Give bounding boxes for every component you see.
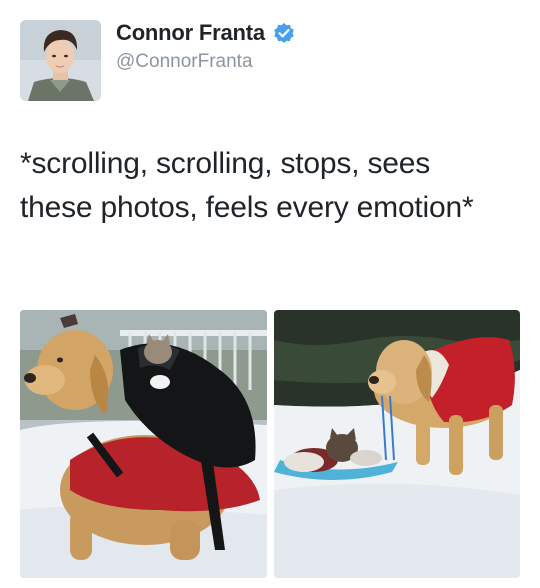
- avatar-photo: [20, 20, 101, 101]
- tweet-card: Connor Franta @ConnorFranta *scrolling, …: [0, 0, 540, 588]
- author-name-text: Connor Franta: [116, 20, 265, 45]
- author-handle[interactable]: @ConnorFranta: [116, 51, 253, 73]
- tweet-photo-dog-backpack[interactable]: [20, 310, 267, 578]
- avatar[interactable]: [20, 20, 101, 101]
- author-name[interactable]: Connor Franta: [116, 20, 295, 46]
- tweet-photo-dog-sled[interactable]: [274, 310, 520, 578]
- tweet-text: *scrolling, scrolling, stops, sees these…: [20, 147, 474, 224]
- verified-badge-icon: [273, 22, 295, 44]
